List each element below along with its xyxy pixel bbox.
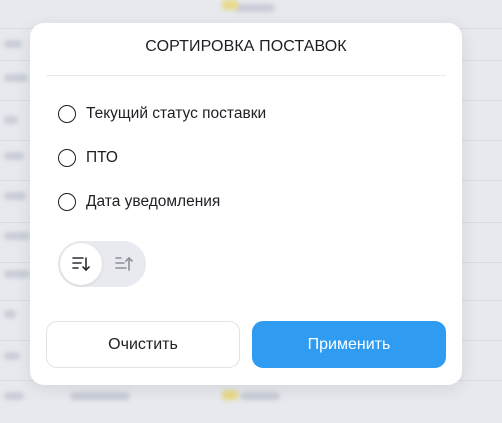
sort-option-current-status[interactable]: Текущий статус поставки [58, 103, 266, 125]
sort-option-notification-date[interactable]: Дата уведомления [58, 191, 220, 213]
sort-option-label: Дата уведомления [86, 193, 221, 210]
sort-direction-toggle [58, 241, 146, 287]
radio-button[interactable] [58, 105, 76, 123]
dialog-title: СОРТИРОВКА ПОСТАВОК [145, 38, 347, 55]
title-divider [46, 75, 446, 76]
clear-button[interactable]: Очистить [46, 321, 240, 368]
sort-option-label: ПТО [86, 149, 118, 166]
sort-deliveries-dialog: СОРТИРОВКА ПОСТАВОК Текущий статус поста… [30, 23, 462, 385]
sort-descending-button[interactable] [60, 243, 102, 285]
sort-ascending-button[interactable] [102, 241, 146, 287]
sort-ascending-icon [115, 256, 133, 271]
sort-option-label: Текущий статус поставки [86, 105, 267, 122]
radio-button[interactable] [58, 193, 76, 211]
apply-button[interactable]: Применить [252, 321, 446, 368]
sort-descending-icon [72, 257, 90, 272]
radio-button[interactable] [58, 149, 76, 167]
sort-option-pto[interactable]: ПТО [58, 147, 118, 169]
